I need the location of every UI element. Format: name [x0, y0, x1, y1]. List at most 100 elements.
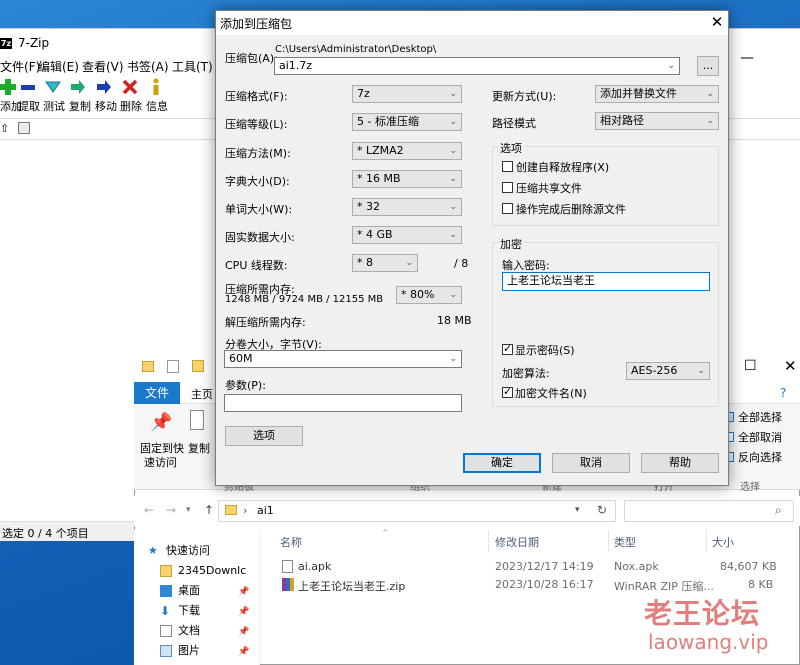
- sidebar-item-pictures[interactable]: 图片: [160, 641, 200, 661]
- address-bar[interactable]: › ai1 ▾ ↻: [218, 500, 616, 522]
- folder-icon: [160, 565, 172, 577]
- sidebar-item-desktop[interactable]: 桌面: [160, 581, 200, 601]
- forward-icon[interactable]: →: [166, 503, 176, 517]
- update-mode-value: 添加并替换文件: [600, 87, 677, 100]
- menu-bookmarks[interactable]: 书签(A): [127, 58, 169, 75]
- level-select[interactable]: 5 - 标准压缩 ⌄: [352, 113, 462, 131]
- column-divider[interactable]: [488, 530, 489, 552]
- info-icon[interactable]: [148, 78, 164, 95]
- menu-tools[interactable]: 工具(T): [172, 58, 213, 75]
- tab-file[interactable]: 文件: [134, 382, 180, 404]
- table-row[interactable]: ai.apk 2023/12/17 14:19 Nox.apk 84,607 K…: [270, 558, 790, 576]
- copy-icon[interactable]: [70, 79, 86, 95]
- menu-file[interactable]: 文件(F): [0, 58, 40, 75]
- explorer-maximize-icon[interactable]: ☐: [744, 358, 757, 374]
- menu-view[interactable]: 查看(V): [82, 58, 124, 75]
- zip-minimize-icon[interactable]: —: [740, 50, 754, 66]
- split-volume-combo[interactable]: 60M ⌄: [224, 350, 462, 368]
- menu-edit[interactable]: 编辑(E): [38, 58, 79, 75]
- parameters-input[interactable]: [224, 394, 462, 412]
- explorer-close-icon[interactable]: ✕: [784, 357, 797, 375]
- back-icon[interactable]: ←: [144, 503, 154, 517]
- browse-button[interactable]: ...: [697, 56, 719, 76]
- encrypt-filenames-checkbox[interactable]: [502, 385, 513, 398]
- column-header-date[interactable]: 修改日期: [495, 534, 539, 550]
- chevron-down-icon: ⌄: [449, 89, 457, 99]
- pin-icon[interactable]: 📌: [150, 412, 172, 433]
- path-mode-select[interactable]: 相对路径 ⌄: [595, 112, 719, 130]
- method-select[interactable]: * LZMA2 ⌄: [352, 142, 462, 160]
- sidebar-item-quick-access[interactable]: ★ 快速访问: [148, 541, 210, 561]
- ok-button[interactable]: 确定: [463, 453, 541, 473]
- test-icon[interactable]: [45, 79, 61, 95]
- update-mode-select[interactable]: 添加并替换文件 ⌄: [595, 85, 719, 103]
- show-password-label[interactable]: 显示密码(S): [515, 342, 575, 358]
- document-icon: [160, 625, 172, 637]
- recent-dropdown-icon[interactable]: ▾: [186, 505, 191, 515]
- up-icon[interactable]: ↑: [204, 503, 214, 517]
- cpu-threads-select[interactable]: * 8 ⌄: [352, 254, 418, 272]
- memory-percent-select[interactable]: * 80% ⌄: [396, 286, 462, 304]
- sidebar-item-2345downloads[interactable]: 2345Downlc: [160, 561, 246, 581]
- up-folder-icon[interactable]: ⇧: [0, 122, 9, 135]
- breadcrumb-current[interactable]: ai1: [257, 504, 274, 517]
- toolbar-info-label: 信息: [146, 100, 168, 113]
- move-icon[interactable]: [96, 79, 112, 95]
- sidebar-label: 下载: [178, 604, 200, 617]
- password-input[interactable]: 上老王论坛当老王: [502, 272, 710, 291]
- column-header-size[interactable]: 大小: [712, 534, 734, 550]
- toolbar-delete-label: 删除: [120, 100, 142, 113]
- delete-after-label[interactable]: 操作完成后删除源文件: [516, 201, 626, 217]
- file-type: Nox.apk: [614, 560, 659, 573]
- column-divider[interactable]: [608, 530, 609, 552]
- extract-icon[interactable]: [20, 79, 36, 95]
- compress-shared-label[interactable]: 压缩共享文件: [516, 180, 582, 196]
- column-divider[interactable]: [706, 530, 707, 552]
- new-folder-icon[interactable]: [192, 360, 204, 372]
- dictionary-select[interactable]: * 16 MB ⌄: [352, 170, 462, 188]
- sidebar-item-downloads[interactable]: ⬇ 下载: [160, 601, 200, 621]
- encryption-method-label: 加密算法:: [502, 367, 550, 380]
- delete-after-checkbox[interactable]: [502, 203, 513, 214]
- tab-home[interactable]: 主页: [191, 386, 213, 402]
- ribbon-help-icon[interactable]: ?: [780, 386, 786, 400]
- compress-shared-checkbox[interactable]: [502, 182, 513, 193]
- pin-icon: 📌: [238, 627, 250, 637]
- sidebar-label: 文档: [178, 624, 200, 637]
- show-password-checkbox[interactable]: [502, 342, 513, 355]
- archive-name-combo[interactable]: ai1.7z ⌄: [274, 57, 680, 75]
- refresh-icon[interactable]: ↻: [597, 503, 607, 517]
- solid-block-select[interactable]: * 4 GB ⌄: [352, 226, 462, 244]
- add-icon[interactable]: [0, 79, 16, 95]
- chevron-down-icon[interactable]: ⌄: [667, 58, 675, 74]
- copy-doc-icon[interactable]: [190, 410, 204, 430]
- ribbon-pin-label-2: 速访问: [144, 456, 177, 469]
- word-size-select[interactable]: * 32 ⌄: [352, 198, 462, 216]
- address-dropdown-icon[interactable]: ▾: [575, 505, 580, 515]
- encryption-method-select[interactable]: AES-256 ⌄: [626, 362, 710, 380]
- column-header-name[interactable]: 名称: [280, 534, 302, 550]
- ribbon-copy-label[interactable]: 复制: [188, 440, 210, 456]
- word-size-value: * 32: [357, 200, 380, 213]
- chevron-down-icon[interactable]: ⌄: [449, 351, 457, 367]
- cancel-button[interactable]: 取消: [552, 453, 630, 473]
- level-value: 5 - 标准压缩: [357, 115, 419, 128]
- delete-icon[interactable]: [122, 79, 138, 95]
- select-all-button[interactable]: 全部选择: [738, 409, 782, 425]
- search-input[interactable]: ⌕: [624, 500, 794, 522]
- column-header-type[interactable]: 类型: [614, 534, 636, 550]
- format-select[interactable]: 7z ⌄: [352, 85, 462, 103]
- cpu-threads-max: / 8: [454, 257, 469, 270]
- chevron-down-icon: ⌄: [449, 146, 457, 156]
- archive-name-value: ai1.7z: [279, 59, 313, 72]
- encrypt-filenames-label[interactable]: 加密文件名(N): [515, 385, 587, 401]
- sidebar-item-documents[interactable]: 文档: [160, 621, 200, 641]
- create-sfx-label[interactable]: 创建自释放程序(X): [516, 159, 609, 175]
- options-button[interactable]: 选项: [225, 426, 303, 446]
- close-icon[interactable]: ✕: [708, 13, 726, 31]
- help-button[interactable]: 帮助: [641, 453, 719, 473]
- create-sfx-checkbox[interactable]: [502, 161, 513, 172]
- properties-icon[interactable]: [167, 360, 179, 373]
- invert-selection-button[interactable]: 反向选择: [738, 449, 782, 465]
- select-none-button[interactable]: 全部取消: [738, 429, 782, 445]
